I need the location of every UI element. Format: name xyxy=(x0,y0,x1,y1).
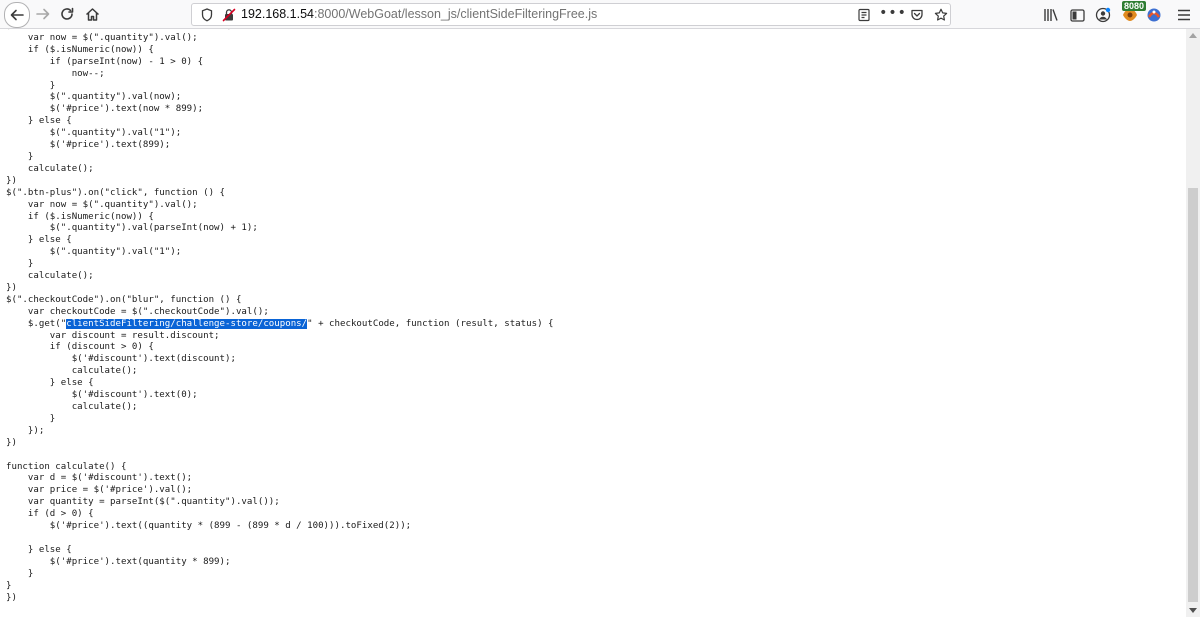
url-host: 192.168.1.54 xyxy=(241,7,314,21)
pocket-icon[interactable] xyxy=(909,7,925,23)
scrollbar-thumb[interactable] xyxy=(1188,188,1198,602)
browser-toolbar: 192.168.1.54:8000/WebGoat/lesson_js/clie… xyxy=(0,0,1200,29)
home-button[interactable] xyxy=(80,2,104,26)
url-bar[interactable]: 192.168.1.54:8000/WebGoat/lesson_js/clie… xyxy=(191,3,951,26)
library-icon[interactable] xyxy=(1042,6,1060,24)
url-text[interactable]: 192.168.1.54:8000/WebGoat/lesson_js/clie… xyxy=(241,7,597,21)
javascript-source[interactable]: $(".btn-minus").on("click", function () … xyxy=(6,29,554,604)
scroll-down-arrow-icon[interactable] xyxy=(1189,608,1197,613)
code-before-selection: $(".btn-minus").on("click", function () … xyxy=(6,29,269,329)
home-icon xyxy=(85,7,99,21)
forward-icon xyxy=(36,8,50,20)
proxy-port-badge: 8080 xyxy=(1122,1,1147,11)
scroll-up-arrow-icon[interactable] xyxy=(1189,33,1197,38)
back-icon xyxy=(10,9,24,21)
back-button[interactable] xyxy=(4,2,30,28)
code-after-selection: " + checkoutCode, function (result, stat… xyxy=(6,318,554,603)
url-path: :8000/WebGoat/lesson_js/clientSideFilter… xyxy=(314,7,598,21)
sidebar-icon[interactable] xyxy=(1068,6,1086,24)
account-icon[interactable] xyxy=(1094,6,1112,24)
reload-icon xyxy=(61,7,74,20)
page-actions-icon[interactable]: ••• xyxy=(879,5,906,21)
hamburger-menu-icon[interactable] xyxy=(1175,6,1193,24)
selected-text[interactable]: clientSideFiltering/challenge-store/coup… xyxy=(66,318,308,329)
shield-icon[interactable] xyxy=(199,7,215,23)
reload-button[interactable] xyxy=(55,2,79,26)
foxyproxy-icon[interactable] xyxy=(1145,6,1163,24)
insecure-lock-icon[interactable] xyxy=(221,7,237,23)
page-content: $(".btn-minus").on("click", function () … xyxy=(0,29,1186,617)
forward-button[interactable] xyxy=(31,2,55,26)
vertical-scrollbar[interactable] xyxy=(1186,29,1200,617)
reader-view-icon[interactable] xyxy=(856,7,872,23)
bookmark-star-icon[interactable] xyxy=(933,7,949,23)
